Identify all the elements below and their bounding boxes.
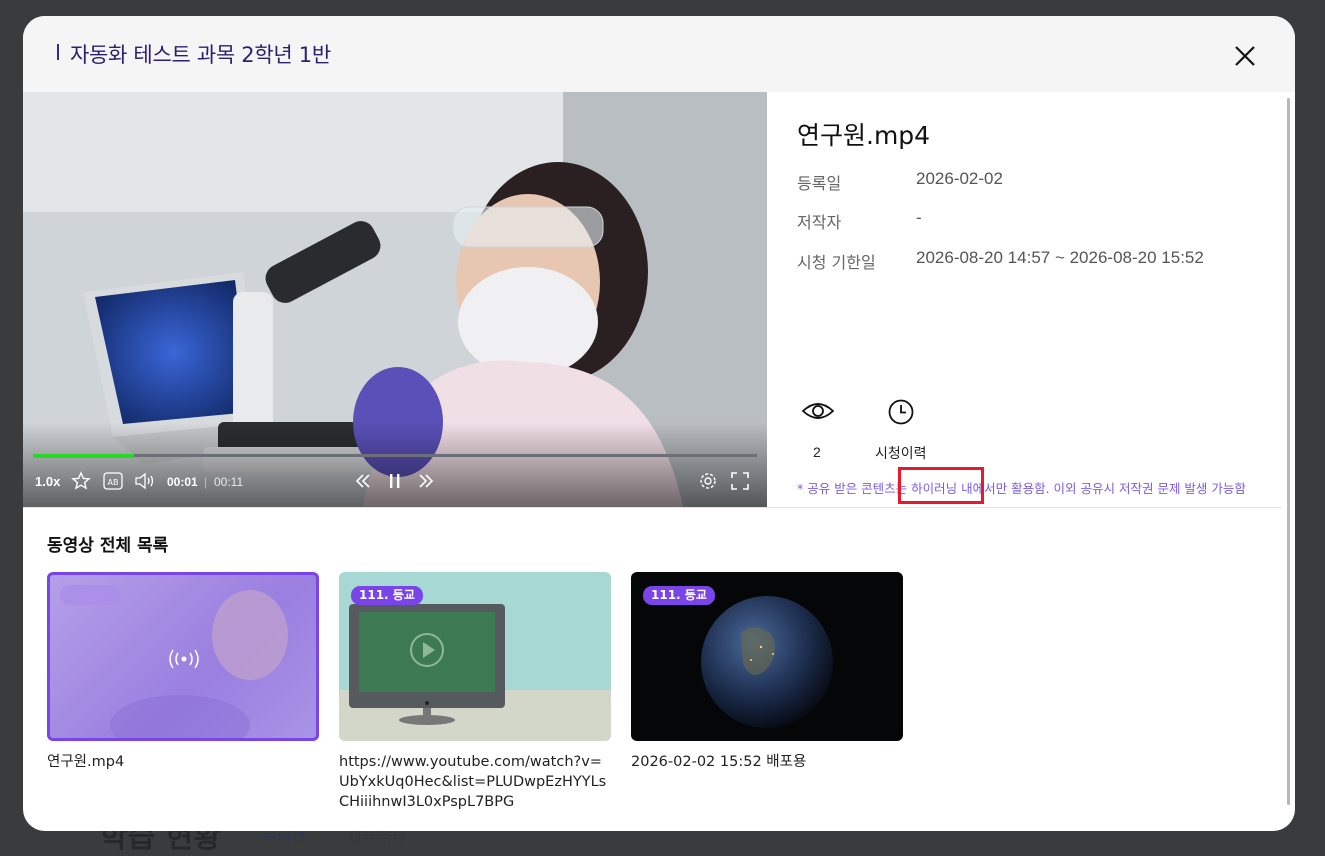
video-filename: 연구원.mp4 [797,121,931,150]
view-count: 2 [813,444,821,460]
progress-fill [33,454,135,458]
close-icon [1235,46,1255,66]
registered-label: 등록일 [797,174,842,193]
author-value: - [916,208,922,227]
fullscreen-icon[interactable] [730,471,750,491]
current-time: 00:01 [167,475,198,489]
watch-history-button[interactable]: 시청이력 [875,443,927,463]
time-separator: | [204,475,208,489]
registered-value: 2026-02-02 [916,169,1003,188]
scrollbar[interactable] [1287,98,1290,805]
rewind-icon[interactable] [353,472,373,490]
video-card-caption: 연구원.mp4 [47,754,125,770]
video-card-2[interactable]: 111. 등교 https://www.youtube.com/watch?v=… [339,572,611,812]
period-label: 시청 기한일 [797,253,876,272]
star-icon[interactable] [71,471,91,491]
copyright-notice: * 공유 받은 콘텐츠는 하이러닝 내에서만 활용함. 이외 공유시 저작권 문… [797,481,1246,496]
video-card-1[interactable]: 연구원.mp4 [47,572,319,772]
duration: 00:11 [214,475,244,489]
live-signal-icon [169,649,199,669]
eye-icon [801,403,835,419]
category-badge: 111. 등교 [351,586,423,605]
highlight-box [898,467,984,504]
video-card-caption: 2026-02-02 15:52 배포용 [631,754,807,770]
forward-icon[interactable] [416,472,436,490]
clock-icon[interactable] [887,398,915,426]
progress-track[interactable] [33,454,757,457]
ab-repeat-icon[interactable]: AB [102,470,124,492]
modal-title: 자동화 테스트 과목 2학년 1반 [70,43,331,67]
video-info-panel: 연구원.mp4 등록일 2026-02-02 저작자 - 시청 기한일 2026… [767,92,1282,507]
video-list-title: 동영상 전체 목록 [47,536,169,556]
svg-text:AB: AB [108,478,119,487]
close-button[interactable] [1227,38,1263,74]
settings-icon[interactable] [698,471,718,491]
period-value: 2026-08-20 14:57 ~ 2026-08-20 15:52 [916,248,1204,267]
video-card-caption: https://www.youtube.com/watch?v=UbYxkUq0… [339,754,607,810]
author-label: 저작자 [797,213,842,232]
section-divider [23,507,1282,508]
volume-icon[interactable] [134,471,156,491]
video-frame [23,92,767,507]
modal-header: 자동화 테스트 과목 2학년 1반 [23,16,1295,92]
pause-icon[interactable] [386,471,404,491]
speed-button[interactable]: 1.0x [35,474,60,489]
video-card-3[interactable]: 111. 등교 2026-02-02 15:52 배포용 [631,572,903,772]
video-modal: 자동화 테스트 과목 2학년 1반 1.0x AB 00:01 | 00:11 … [23,16,1295,831]
video-player[interactable]: 1.0x AB 00:01 | 00:11 [23,92,767,507]
title-accent-bar [57,44,59,60]
category-badge: 111. 등교 [643,586,715,605]
